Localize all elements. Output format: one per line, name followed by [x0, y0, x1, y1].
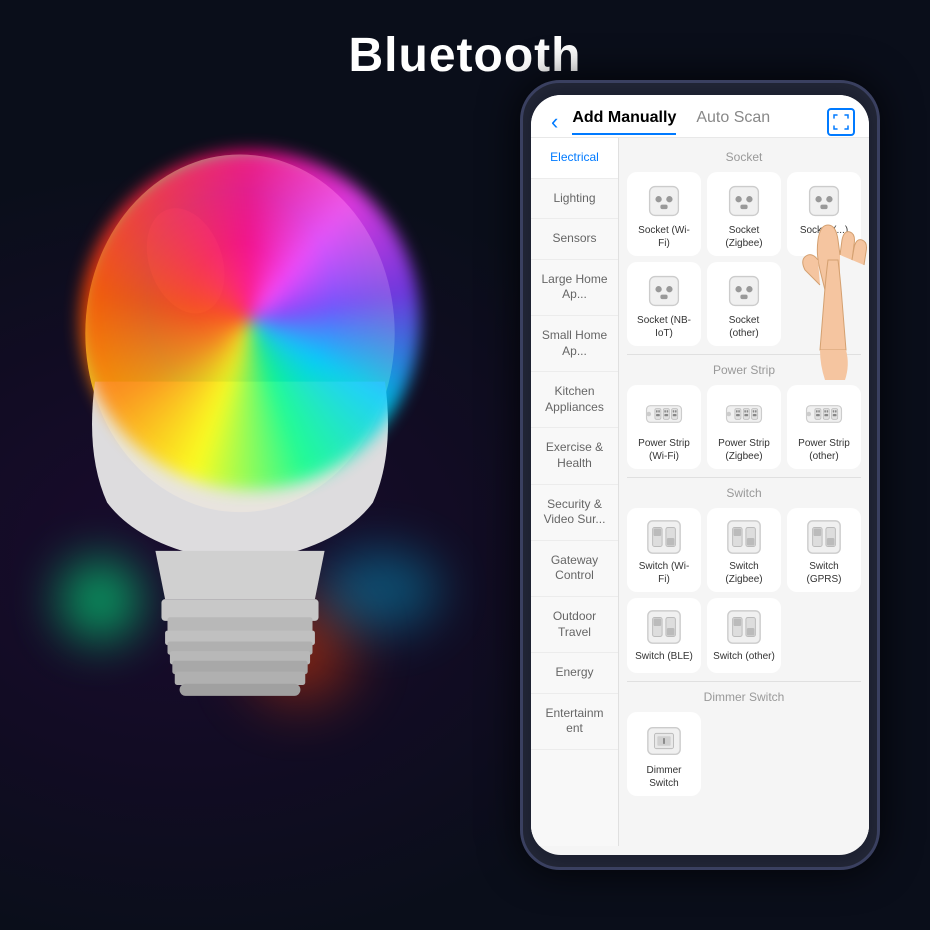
bulb-glow — [80, 150, 420, 490]
device-card[interactable]: Socket (other) — [707, 262, 781, 346]
device-icon-socket — [725, 182, 763, 220]
device-label: Switch (other) — [713, 650, 775, 663]
sidebar-item[interactable]: Exercise & Health — [531, 428, 618, 484]
back-button[interactable]: ‹ — [545, 107, 564, 137]
device-icon-switch — [645, 518, 683, 556]
device-grid: Dimmer Switch — [627, 708, 861, 800]
device-label: Switch (BLE) — [635, 650, 693, 663]
device-card[interactable]: Switch (GPRS) — [787, 508, 861, 592]
device-grid: Socket (Wi-Fi) Socket (Zigbee) Socket (.… — [627, 168, 861, 350]
device-label: Switch (GPRS) — [793, 560, 855, 586]
sidebar-item[interactable]: Gateway Control — [531, 541, 618, 597]
header-tabs: Add Manually Auto Scan — [572, 109, 819, 135]
device-label: Power Strip (Wi-Fi) — [633, 437, 695, 463]
device-card[interactable]: Power Strip (other) — [787, 385, 861, 469]
app-header: ‹ Add Manually Auto Scan — [531, 95, 869, 138]
device-card[interactable]: Power Strip (Zigbee) — [707, 385, 781, 469]
device-label: Dimmer Switch — [633, 764, 695, 790]
device-label: Switch (Zigbee) — [713, 560, 775, 586]
device-icon-switch — [725, 518, 763, 556]
phone-container: ‹ Add Manually Auto Scan ElectricalLight… — [520, 80, 900, 900]
device-card[interactable]: Switch (Wi-Fi) — [627, 508, 701, 592]
content-area: Socket Socket (Wi-Fi) Socket (Zigbee) So… — [619, 138, 869, 846]
sidebar-item[interactable]: Electrical — [531, 138, 618, 179]
device-icon-socket — [645, 182, 683, 220]
device-icon-switch — [645, 608, 683, 646]
app-body: ElectricalLightingSensorsLarge Home Ap..… — [531, 138, 869, 846]
sidebar-item[interactable]: Sensors — [531, 219, 618, 260]
sidebar-item[interactable]: Lighting — [531, 179, 618, 220]
device-label: Switch (Wi-Fi) — [633, 560, 695, 586]
device-grid: Switch (Wi-Fi) Switch (Zigbee) Switch (G… — [627, 504, 861, 677]
phone-screen: ‹ Add Manually Auto Scan ElectricalLight… — [531, 95, 869, 855]
device-label: Socket (other) — [713, 314, 775, 340]
device-card[interactable]: Socket (...) — [787, 172, 861, 256]
section-divider: Dimmer Switch — [627, 681, 861, 708]
sidebar-item[interactable]: Kitchen Appliances — [531, 372, 618, 428]
device-icon-powerstrip — [805, 395, 843, 433]
device-label: Socket (...) — [800, 224, 848, 237]
device-icon-powerstrip — [645, 395, 683, 433]
section-divider: Power Strip — [627, 354, 861, 381]
device-grid: Power Strip (Wi-Fi) Power Strip (Zigbee)… — [627, 381, 861, 473]
device-icon-dimmer — [645, 722, 683, 760]
device-card[interactable]: Switch (Zigbee) — [707, 508, 781, 592]
device-card[interactable]: Socket (Zigbee) — [707, 172, 781, 256]
sidebar: ElectricalLightingSensorsLarge Home Ap..… — [531, 138, 619, 846]
device-card[interactable]: Switch (BLE) — [627, 598, 701, 673]
device-icon-switch — [805, 518, 843, 556]
tab-add-manually[interactable]: Add Manually — [572, 109, 676, 135]
device-card[interactable]: Power Strip (Wi-Fi) — [627, 385, 701, 469]
device-icon-socket — [725, 272, 763, 310]
device-icon-powerstrip — [725, 395, 763, 433]
device-icon-socket — [805, 182, 843, 220]
section-divider: Socket — [627, 142, 861, 168]
sidebar-item[interactable]: Small Home Ap... — [531, 316, 618, 372]
bulb-container — [30, 120, 460, 870]
device-label: Power Strip (Zigbee) — [713, 437, 775, 463]
device-label: Socket (Zigbee) — [713, 224, 775, 250]
device-icon-switch — [725, 608, 763, 646]
phone-frame: ‹ Add Manually Auto Scan ElectricalLight… — [520, 80, 880, 870]
sidebar-item[interactable]: Large Home Ap... — [531, 260, 618, 316]
sidebar-item[interactable]: Energy — [531, 653, 618, 694]
device-card[interactable]: Socket (NB-IoT) — [627, 262, 701, 346]
sidebar-item[interactable]: Entertainm ent — [531, 694, 618, 750]
section-divider: Switch — [627, 477, 861, 504]
device-label: Power Strip (other) — [793, 437, 855, 463]
device-card[interactable]: Switch (other) — [707, 598, 781, 673]
sidebar-item[interactable]: Outdoor Travel — [531, 597, 618, 653]
device-label: Socket (NB-IoT) — [633, 314, 695, 340]
device-icon-socket — [645, 272, 683, 310]
device-card[interactable]: Socket (Wi-Fi) — [627, 172, 701, 256]
sidebar-item[interactable]: Security & Video Sur... — [531, 485, 618, 541]
scan-icon[interactable] — [827, 108, 855, 136]
page-title: Bluetooth — [0, 28, 930, 83]
device-label: Socket (Wi-Fi) — [633, 224, 695, 250]
device-card[interactable]: Dimmer Switch — [627, 712, 701, 796]
tab-auto-scan[interactable]: Auto Scan — [696, 109, 770, 135]
